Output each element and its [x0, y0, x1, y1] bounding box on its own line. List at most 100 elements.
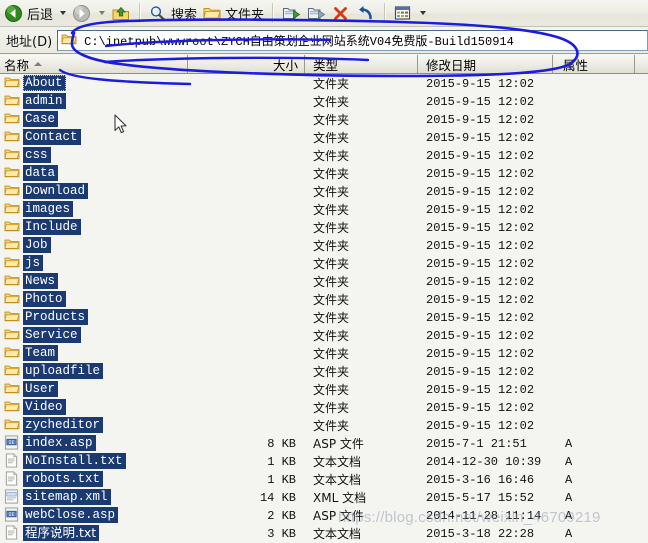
table-row[interactable]: 程序说明.txt 3 KB 文本文档 2015-3-18 22:28 A [0, 524, 648, 542]
file-name-cell[interactable]: Photo [0, 291, 188, 307]
file-name-cell[interactable]: uploadfile [0, 363, 188, 379]
file-name-label: admin [23, 93, 66, 109]
file-name-cell[interactable]: sitemap.xml [0, 489, 188, 505]
sort-ascending-icon [34, 62, 43, 66]
column-header-name[interactable]: 名称 [0, 55, 188, 73]
table-row[interactable]: css 文件夹 2015-9-15 12:02 [0, 146, 648, 164]
file-name-cell[interactable]: images [0, 201, 188, 217]
table-row[interactable]: Photo 文件夹 2015-9-15 12:02 [0, 290, 648, 308]
file-name-cell[interactable]: robots.txt [0, 471, 188, 487]
views-dropdown-caret[interactable] [420, 11, 427, 15]
up-button[interactable] [109, 1, 134, 25]
file-name-cell[interactable]: User [0, 381, 188, 397]
table-row[interactable]: Case 文件夹 2015-9-15 12:02 [0, 110, 648, 128]
file-name-label: User [23, 381, 59, 397]
file-date-cell: 2015-7-1 21:51 [418, 436, 553, 451]
file-name-cell[interactable]: Case [0, 111, 188, 127]
file-name-cell[interactable]: 程序说明.txt [0, 525, 188, 541]
file-name-label: News [23, 273, 59, 289]
file-date-cell-label: 2015-9-15 12:02 [426, 400, 535, 415]
table-row[interactable]: robots.txt 1 KB 文本文档 2015-3-16 16:46 A [0, 470, 648, 488]
file-name-cell[interactable]: News [0, 273, 188, 289]
column-header-type[interactable]: 类型 [305, 55, 418, 73]
file-list[interactable]: About 文件夹 2015-9-15 12:02 admin 文件夹 2015-9-15… [0, 74, 648, 543]
file-date-cell-label: 2015-9-15 12:02 [426, 238, 535, 253]
file-attributes-cell: A [553, 490, 635, 505]
table-row[interactable]: Video 文件夹 2015-9-15 12:02 [0, 398, 648, 416]
table-row[interactable]: Service 文件夹 2015-9-15 12:02 [0, 326, 648, 344]
file-date-cell: 2015-5-17 15:52 [418, 490, 553, 505]
file-name-cell[interactable]: js [0, 255, 188, 271]
table-row[interactable]: data 文件夹 2015-9-15 12:02 [0, 164, 648, 182]
back-button[interactable]: 后退 [2, 1, 56, 25]
file-name-label: About [23, 75, 66, 91]
address-bar: 地址(D) C:\inetpub\wwwroot\ZYCH自由策划企业网站系统V… [0, 27, 648, 54]
file-date-cell: 2015-9-15 12:02 [418, 184, 553, 199]
table-row[interactable]: IE index.asp 8 KB ASP 文件 2015-7-1 21:51 A [0, 434, 648, 452]
table-row[interactable]: News 文件夹 2015-9-15 12:02 [0, 272, 648, 290]
delete-button[interactable] [329, 1, 354, 25]
table-row[interactable]: uploadfile 文件夹 2015-9-15 12:02 [0, 362, 648, 380]
column-header-attributes[interactable]: 属性 [553, 55, 635, 73]
file-name-cell[interactable]: zycheditor [0, 417, 188, 433]
table-row[interactable]: sitemap.xml 14 KB XML 文档 2015-5-17 15:52 A [0, 488, 648, 506]
file-type-cell: 文件夹 [305, 183, 418, 200]
file-name-cell[interactable]: Include [0, 219, 188, 235]
file-name-cell[interactable]: data [0, 165, 188, 181]
folder-icon [4, 345, 20, 361]
table-row[interactable]: Products 文件夹 2015-9-15 12:02 [0, 308, 648, 326]
file-name-label: data [23, 165, 59, 181]
file-name-cell[interactable]: Download [0, 183, 188, 199]
file-date-cell-label: 2015-9-15 12:02 [426, 148, 535, 163]
table-row[interactable]: Job 文件夹 2015-9-15 12:02 [0, 236, 648, 254]
table-row[interactable]: js 文件夹 2015-9-15 12:02 [0, 254, 648, 272]
table-row[interactable]: Team 文件夹 2015-9-15 12:02 [0, 344, 648, 362]
table-row[interactable]: Include 文件夹 2015-9-15 12:02 [0, 218, 648, 236]
file-type-cell: 文本文档 [305, 525, 418, 542]
file-name-cell[interactable]: About [0, 75, 188, 91]
file-type-cell-label: 文件夹 [313, 418, 350, 433]
file-date-cell: 2015-9-15 12:02 [418, 112, 553, 127]
file-size-cell: 14 KB [188, 490, 305, 505]
table-row[interactable]: User 文件夹 2015-9-15 12:02 [0, 380, 648, 398]
views-button[interactable] [391, 1, 416, 25]
file-type-cell-label: 文件夹 [313, 148, 350, 163]
table-row[interactable]: About 文件夹 2015-9-15 12:02 [0, 74, 648, 92]
forward-dropdown-caret[interactable] [99, 11, 106, 15]
file-type-cell-label: 文件夹 [313, 256, 350, 271]
file-name-cell[interactable]: IE index.asp [0, 435, 188, 451]
file-type-cell-label: 文件夹 [313, 130, 350, 145]
file-name-label: js [23, 255, 44, 271]
file-name-cell[interactable]: css [0, 147, 188, 163]
table-row[interactable]: NoInstall.txt 1 KB 文本文档 2014-12-30 10:39 A [0, 452, 648, 470]
column-header-date[interactable]: 修改日期 [418, 55, 553, 73]
file-name-cell[interactable]: Service [0, 327, 188, 343]
move-to-folder-button[interactable] [279, 1, 304, 25]
column-header-name-label: 名称 [4, 57, 30, 73]
table-row[interactable]: admin 文件夹 2015-9-15 12:02 [0, 92, 648, 110]
file-name-cell[interactable]: Contact [0, 129, 188, 145]
back-dropdown-caret[interactable] [60, 11, 67, 15]
table-row[interactable]: Download 文件夹 2015-9-15 12:02 [0, 182, 648, 200]
table-row[interactable]: images 文件夹 2015-9-15 12:02 [0, 200, 648, 218]
file-date-cell: 2015-9-15 12:02 [418, 148, 553, 163]
column-header-size[interactable]: 大小 [188, 55, 305, 73]
file-name-cell[interactable]: Video [0, 399, 188, 415]
folder-icon [4, 381, 20, 397]
undo-button[interactable] [354, 1, 379, 25]
forward-button[interactable] [70, 1, 95, 25]
file-name-cell[interactable]: Team [0, 345, 188, 361]
file-name-label: Service [23, 327, 81, 343]
table-row[interactable]: zycheditor 文件夹 2015-9-15 12:02 [0, 416, 648, 434]
copy-to-folder-button[interactable] [304, 1, 329, 25]
file-name-cell[interactable]: Job [0, 237, 188, 253]
table-row[interactable]: Contact 文件夹 2015-9-15 12:02 [0, 128, 648, 146]
file-name-cell[interactable]: Products [0, 309, 188, 325]
file-name-label: Case [23, 111, 59, 127]
file-name-cell[interactable]: NoInstall.txt [0, 453, 188, 469]
address-input[interactable]: C:\inetpub\wwwroot\ZYCH自由策划企业网站系统V04免费版-… [57, 29, 648, 51]
file-name-cell[interactable]: IE webClose.asp [0, 507, 188, 523]
folders-button[interactable]: 文件夹 [200, 1, 267, 25]
file-name-cell[interactable]: admin [0, 93, 188, 109]
search-button[interactable]: 搜索 [146, 1, 200, 25]
